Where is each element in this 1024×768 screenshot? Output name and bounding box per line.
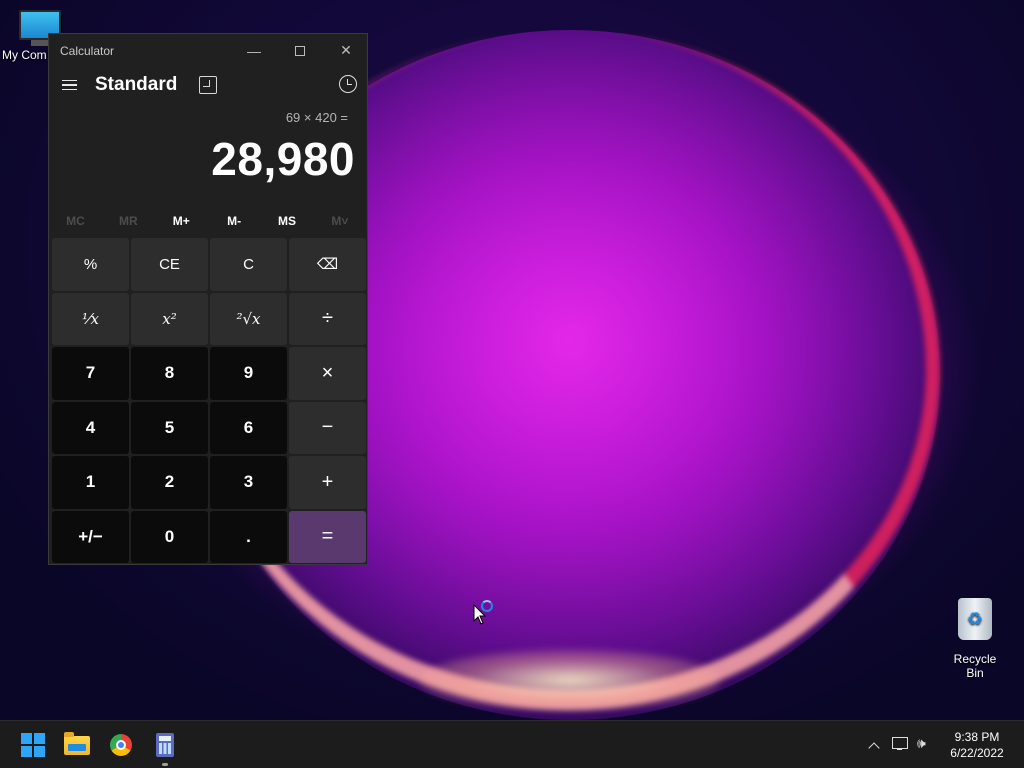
decimal-button[interactable]: . bbox=[210, 510, 287, 563]
multiply-button[interactable]: × bbox=[289, 347, 366, 400]
result-display: 28,980 bbox=[211, 133, 355, 185]
reciprocal-button[interactable]: ⅟x bbox=[52, 292, 129, 345]
window-title: Calculator bbox=[60, 44, 115, 58]
chrome-icon bbox=[110, 734, 132, 756]
keypad: % CE C ⌫ ⅟x x² ²√x ÷ 7 8 9 × 4 5 6 − 1 2… bbox=[52, 238, 366, 563]
wallpaper-glow bbox=[420, 650, 720, 710]
square-root-button[interactable]: ²√x bbox=[210, 292, 287, 345]
folder-icon bbox=[64, 731, 90, 755]
title-bar[interactable]: Calculator — ✕ bbox=[49, 34, 367, 67]
taskbar: 🕪 9:38 PM 6/22/2022 bbox=[0, 720, 1024, 768]
taskbar-clock[interactable]: 9:38 PM 6/22/2022 bbox=[944, 729, 1010, 761]
maximize-button[interactable] bbox=[277, 34, 323, 67]
add-button[interactable]: + bbox=[289, 456, 366, 509]
maximize-icon bbox=[295, 45, 305, 56]
clear-entry-button[interactable]: CE bbox=[131, 238, 208, 291]
digit-2-button[interactable]: 2 bbox=[131, 456, 208, 509]
close-icon: ✕ bbox=[340, 42, 352, 58]
memory-recall-button[interactable]: MR bbox=[102, 208, 155, 234]
clear-button[interactable]: C bbox=[210, 238, 287, 291]
show-hidden-icons-button[interactable] bbox=[864, 735, 884, 755]
hamburger-icon-line bbox=[61, 84, 77, 86]
clock-time: 9:38 PM bbox=[954, 730, 1000, 744]
clock-date: 6/22/2022 bbox=[950, 746, 1004, 760]
hamburger-icon-line bbox=[61, 88, 77, 91]
percent-button[interactable]: % bbox=[52, 238, 129, 291]
windows-logo-icon bbox=[21, 733, 45, 757]
computer-stand-icon bbox=[31, 40, 49, 46]
memory-clear-button[interactable]: MC bbox=[49, 208, 102, 234]
negate-button[interactable]: +/− bbox=[52, 510, 129, 563]
chrome-taskbar-button[interactable] bbox=[105, 729, 137, 761]
digit-5-button[interactable]: 5 bbox=[131, 401, 208, 454]
hamburger-icon-line bbox=[61, 79, 77, 82]
digit-9-button[interactable]: 9 bbox=[210, 347, 287, 400]
digit-0-button[interactable]: 0 bbox=[131, 510, 208, 563]
digit-4-button[interactable]: 4 bbox=[52, 401, 129, 454]
expression-display: 69 × 420 = bbox=[285, 110, 348, 125]
square-button[interactable]: x² bbox=[131, 292, 208, 345]
close-button[interactable]: ✕ bbox=[323, 34, 369, 67]
network-icon[interactable] bbox=[892, 736, 910, 752]
calculator-icon bbox=[156, 733, 174, 757]
keep-on-top-button[interactable] bbox=[199, 76, 217, 94]
calculator-window: Calculator — ✕ Standard 69 × 420 = 28,98… bbox=[48, 33, 368, 565]
chevron-up-icon bbox=[868, 741, 880, 754]
digit-1-button[interactable]: 1 bbox=[52, 456, 129, 509]
minimize-button[interactable]: — bbox=[231, 34, 277, 67]
recycle-bin-desktop-icon[interactable]: ♻ Recycle Bin bbox=[944, 598, 1006, 680]
memory-add-button[interactable]: M+ bbox=[155, 208, 208, 234]
file-explorer-taskbar-button[interactable] bbox=[61, 729, 93, 761]
digit-6-button[interactable]: 6 bbox=[210, 401, 287, 454]
digit-7-button[interactable]: 7 bbox=[52, 347, 129, 400]
memory-store-button[interactable]: MS bbox=[261, 208, 314, 234]
digit-3-button[interactable]: 3 bbox=[210, 456, 287, 509]
history-button[interactable] bbox=[339, 75, 357, 93]
volume-icon[interactable]: 🕪 bbox=[917, 735, 926, 752]
memory-row: MC MR M+ M- MS M˅ bbox=[49, 208, 367, 234]
equals-button[interactable]: = bbox=[289, 510, 366, 563]
calculator-header: Standard bbox=[49, 67, 367, 103]
backspace-button[interactable]: ⌫ bbox=[289, 238, 366, 291]
recycle-bin-label: Recycle Bin bbox=[953, 652, 997, 680]
minimize-icon: — bbox=[247, 42, 261, 59]
start-button[interactable] bbox=[17, 729, 49, 761]
divide-button[interactable]: ÷ bbox=[289, 292, 366, 345]
memory-list-button[interactable]: M˅ bbox=[313, 208, 366, 234]
mode-title: Standard bbox=[95, 74, 178, 95]
navigation-menu-button[interactable] bbox=[57, 71, 81, 99]
subtract-button[interactable]: − bbox=[289, 401, 366, 454]
memory-subtract-button[interactable]: M- bbox=[208, 208, 261, 234]
digit-8-button[interactable]: 8 bbox=[131, 347, 208, 400]
recycle-bin-icon: ♻ bbox=[958, 598, 992, 640]
calculator-taskbar-button[interactable] bbox=[149, 729, 181, 761]
busy-indicator-icon bbox=[481, 600, 493, 612]
running-indicator bbox=[162, 763, 168, 766]
